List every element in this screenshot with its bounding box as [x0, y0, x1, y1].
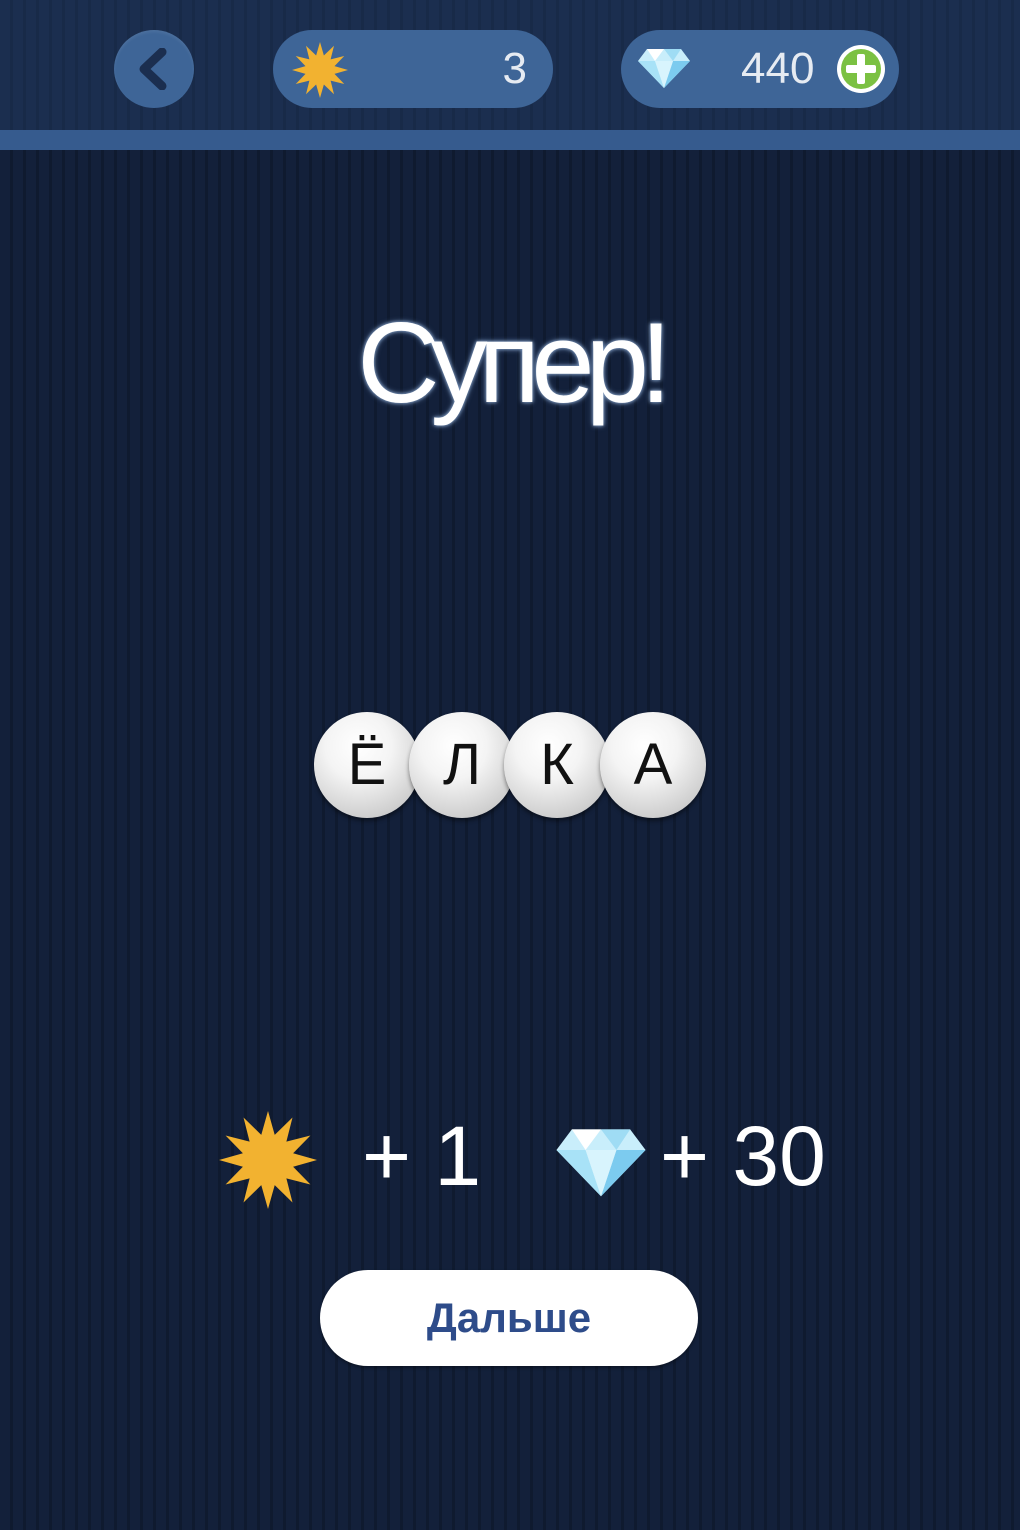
- gems-count: 440: [741, 44, 815, 93]
- answer-letter: К: [504, 712, 610, 818]
- answer-letter: Ё: [314, 712, 420, 818]
- back-button[interactable]: [114, 30, 194, 108]
- add-gems-button[interactable]: [836, 44, 886, 94]
- answer-letter: Л: [409, 712, 515, 818]
- reward-gems: + 30: [660, 1109, 826, 1203]
- answer-word: Ё Л К А: [314, 712, 706, 818]
- top-bar: 3 440: [0, 0, 1020, 130]
- chevron-left-icon: [139, 48, 167, 90]
- star-burst-icon: [219, 1111, 317, 1209]
- next-button[interactable]: Дальше: [320, 1270, 698, 1366]
- result-title: Супер!: [357, 300, 672, 427]
- gems-counter: 440: [621, 30, 899, 108]
- diamond-icon: [556, 1129, 646, 1197]
- reward-stars: + 1: [362, 1109, 482, 1203]
- stars-counter: 3: [273, 30, 553, 108]
- diamond-icon: [638, 49, 690, 88]
- stars-count: 3: [502, 44, 527, 93]
- answer-letter: А: [600, 712, 706, 818]
- star-burst-icon: [292, 42, 348, 98]
- top-bar-divider: [0, 130, 1020, 150]
